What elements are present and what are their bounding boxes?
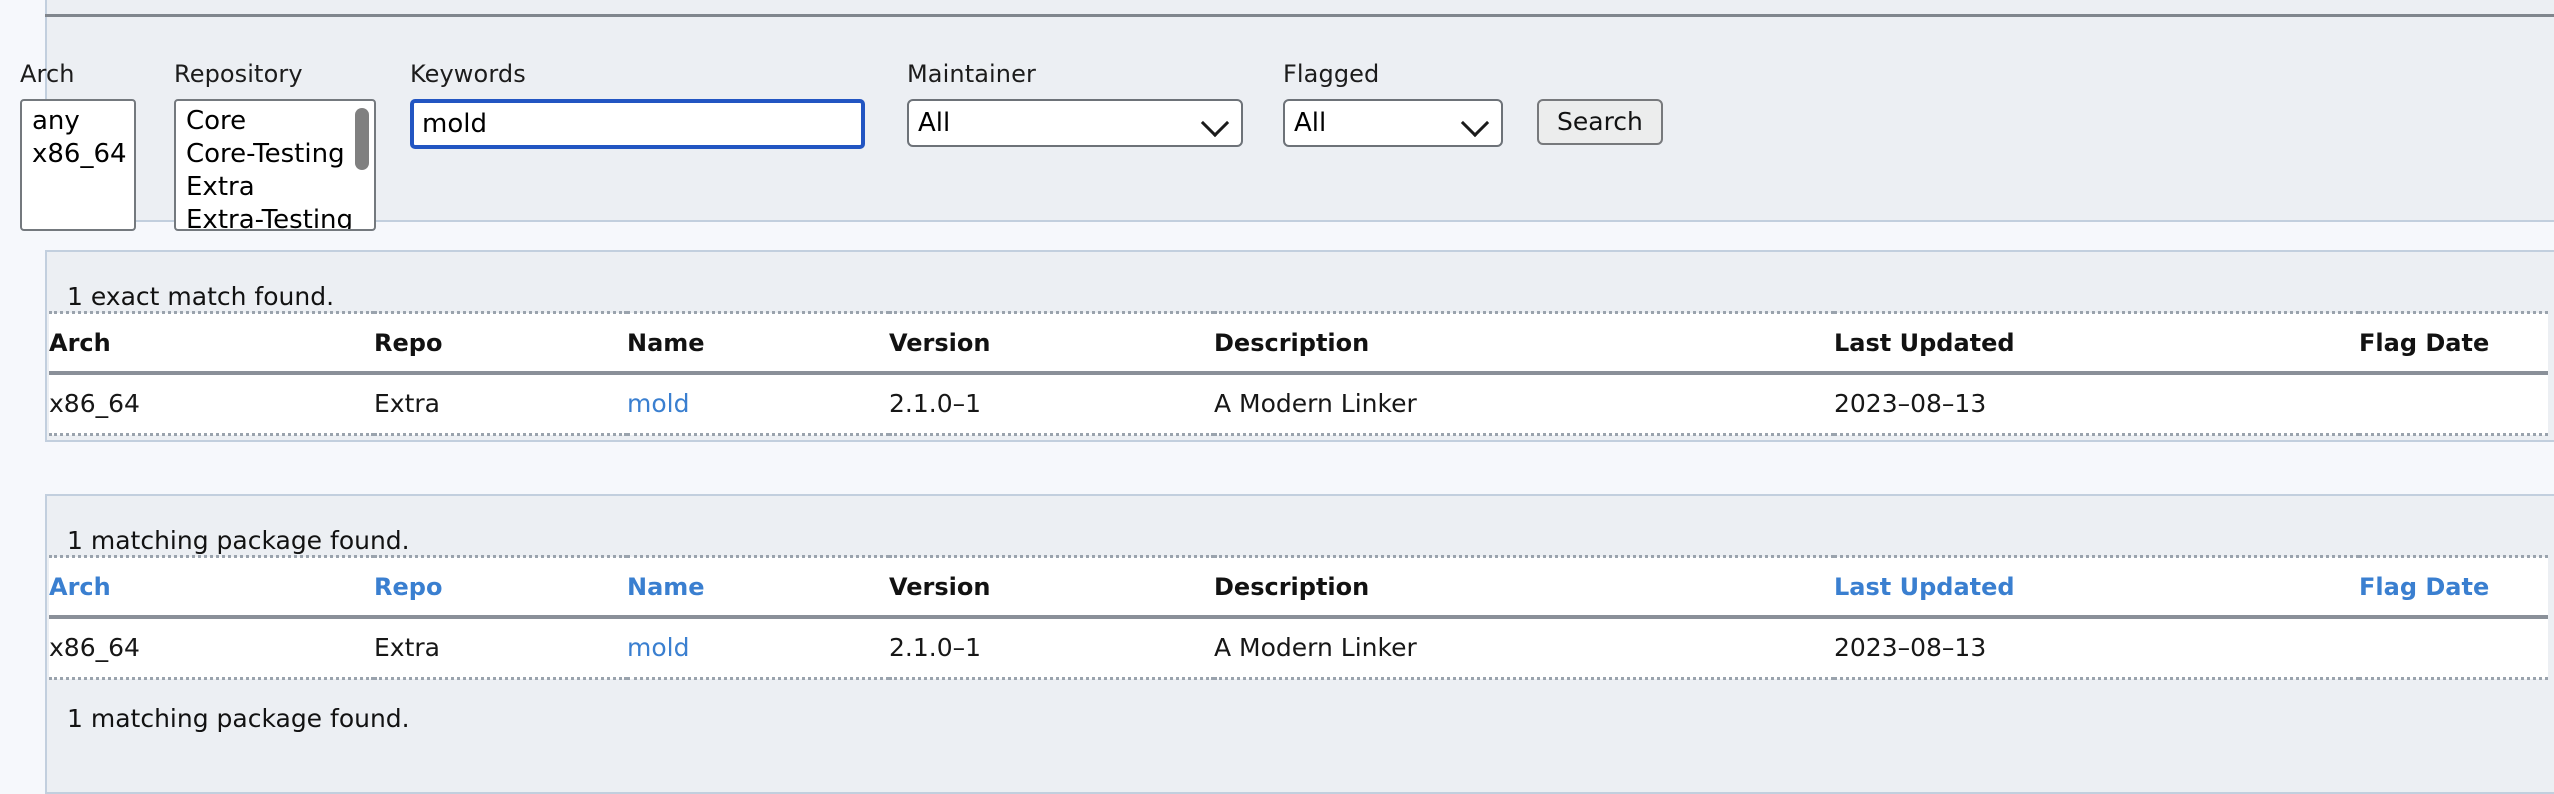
arch-label: Arch xyxy=(20,60,75,88)
cell-repo: Extra xyxy=(374,373,627,436)
cell-last-updated: 2023–08–13 xyxy=(1834,373,2359,436)
fieldset-top-rule xyxy=(45,14,2554,17)
column-header-arch: Arch xyxy=(49,311,374,375)
chevron-down-icon xyxy=(1460,108,1490,138)
flagged-field: Flagged All xyxy=(1283,62,1503,147)
column-header-last-updated[interactable]: Last Updated xyxy=(1834,555,2359,619)
column-header-arch[interactable]: Arch xyxy=(49,555,374,619)
flagged-selected-value: All xyxy=(1294,108,1327,138)
repository-option[interactable]: Core xyxy=(176,105,374,138)
cell-version: 2.1.0–1 xyxy=(889,373,1214,436)
chevron-down-icon xyxy=(1200,108,1230,138)
package-link[interactable]: mold xyxy=(627,633,689,662)
repository-option[interactable]: Core-Testing xyxy=(176,138,374,171)
flagged-select[interactable]: All xyxy=(1283,99,1503,147)
cell-name[interactable]: mold xyxy=(627,373,889,436)
arch-option[interactable]: any xyxy=(22,105,134,138)
repository-option[interactable]: Extra xyxy=(176,171,374,204)
matching-results-panel: 1 matching package found. Arch Repo Name… xyxy=(45,494,2554,794)
matching-results-summary: 1 matching package found. xyxy=(67,526,410,555)
keywords-field: Keywords xyxy=(410,62,865,149)
exact-results-panel: 1 exact match found. Arch Repo Name Vers… xyxy=(45,250,2554,442)
column-header-last-updated: Last Updated xyxy=(1834,311,2359,375)
cell-arch: x86_64 xyxy=(49,617,374,680)
matching-results-footer: 1 matching package found. xyxy=(67,704,410,733)
column-header-version: Version xyxy=(889,555,1214,619)
repository-label: Repository xyxy=(174,60,303,88)
exact-results-table: Arch Repo Name Version Description Last … xyxy=(49,311,2548,436)
column-header-flag-date: Flag Date xyxy=(2359,311,2548,375)
column-header-repo: Repo xyxy=(374,311,627,375)
keywords-label: Keywords xyxy=(410,60,526,88)
column-header-version: Version xyxy=(889,311,1214,375)
package-search-page: Arch any x86_64 Repository Core Core-Tes… xyxy=(0,0,2554,794)
column-header-description: Description xyxy=(1214,555,1834,619)
flagged-label: Flagged xyxy=(1283,60,1380,88)
cell-flag-date xyxy=(2359,373,2548,436)
cell-name[interactable]: mold xyxy=(627,617,889,680)
cell-description: A Modern Linker xyxy=(1214,373,1834,436)
cell-version: 2.1.0–1 xyxy=(889,617,1214,680)
column-header-name[interactable]: Name xyxy=(627,555,889,619)
repository-listbox[interactable]: Core Core-Testing Extra Extra-Testing xyxy=(174,99,376,231)
table-row: x86_64 Extra mold 2.1.0–1 A Modern Linke… xyxy=(49,373,2548,436)
column-header-name: Name xyxy=(627,311,889,375)
maintainer-selected-value: All xyxy=(918,108,951,138)
keywords-input[interactable] xyxy=(410,99,865,149)
search-fields-row: Arch any x86_64 Repository Core Core-Tes… xyxy=(20,62,1663,231)
arch-field: Arch any x86_64 xyxy=(20,62,136,231)
column-header-description: Description xyxy=(1214,311,1834,375)
maintainer-field: Maintainer All xyxy=(907,62,1243,147)
package-link[interactable]: mold xyxy=(627,389,689,418)
repository-scrollbar[interactable] xyxy=(355,108,369,170)
arch-option[interactable]: x86_64 xyxy=(22,138,134,171)
matching-results-table: Arch Repo Name Version Description Last … xyxy=(49,555,2548,680)
search-button[interactable]: Search xyxy=(1537,99,1663,145)
column-header-flag-date[interactable]: Flag Date xyxy=(2359,555,2548,619)
exact-results-summary: 1 exact match found. xyxy=(67,282,335,311)
cell-description: A Modern Linker xyxy=(1214,617,1834,680)
maintainer-label: Maintainer xyxy=(907,60,1036,88)
cell-flag-date xyxy=(2359,617,2548,680)
table-row: x86_64 Extra mold 2.1.0–1 A Modern Linke… xyxy=(49,617,2548,680)
cell-last-updated: 2023–08–13 xyxy=(1834,617,2359,680)
repository-option[interactable]: Extra-Testing xyxy=(176,204,374,229)
column-header-repo[interactable]: Repo xyxy=(374,555,627,619)
cell-repo: Extra xyxy=(374,617,627,680)
cell-arch: x86_64 xyxy=(49,373,374,436)
arch-listbox[interactable]: any x86_64 xyxy=(20,99,136,231)
repository-field: Repository Core Core-Testing Extra Extra… xyxy=(174,62,376,231)
table-header-row: Arch Repo Name Version Description Last … xyxy=(49,555,2548,619)
maintainer-select[interactable]: All xyxy=(907,99,1243,147)
table-header-row: Arch Repo Name Version Description Last … xyxy=(49,311,2548,375)
